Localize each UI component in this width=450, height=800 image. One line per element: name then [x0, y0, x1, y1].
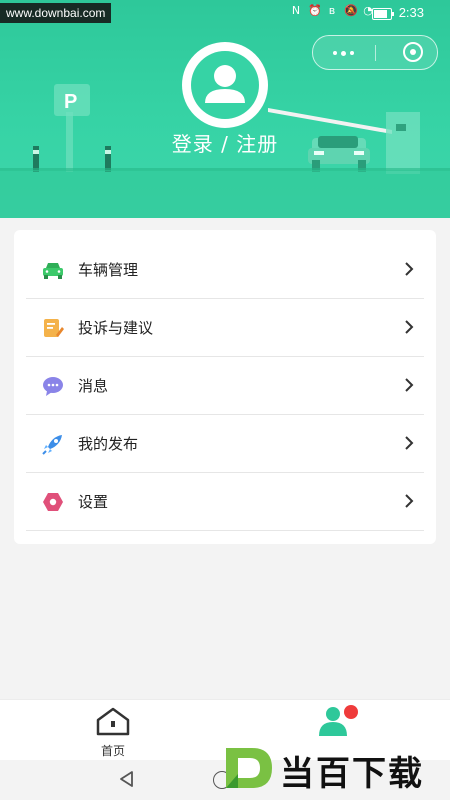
note-edit-icon — [44, 319, 64, 337]
watermark-logo: 当百下载 — [222, 742, 448, 794]
chevron-right-icon — [405, 436, 414, 450]
users-icon[interactable] — [315, 704, 365, 738]
menu-label: 消息 — [78, 377, 109, 395]
back-triangle-icon[interactable] — [118, 770, 136, 788]
chevron-right-icon — [405, 378, 414, 392]
menu-label: 我的发布 — [78, 435, 139, 453]
menu-item-my-posts[interactable]: 我的发布 — [14, 415, 436, 473]
battery-icon — [372, 8, 394, 20]
avatar[interactable] — [182, 42, 268, 128]
menu-item-settings[interactable]: 设置 — [14, 473, 436, 531]
menu-label: 设置 — [78, 493, 109, 511]
tab-home-label: 首页 — [100, 744, 125, 758]
watermark-brand: 当百下载 — [280, 754, 424, 794]
car-icon — [43, 263, 63, 279]
menu-item-vehicle-management[interactable]: 车辆管理 — [14, 241, 436, 299]
more-dots-icon[interactable] — [331, 36, 357, 69]
watermark-site: www.downbai.com — [0, 3, 112, 23]
nfc-icon: N — [291, 4, 301, 17]
svg-text:P: P — [64, 91, 77, 113]
mute-icon: 🔕 — [344, 4, 358, 17]
home-icon — [96, 707, 130, 736]
hexagon-settings-icon — [43, 493, 63, 511]
target-close-icon[interactable] — [403, 42, 423, 62]
status-time: 2:33 — [398, 5, 424, 20]
menu-item-complaints[interactable]: 投诉与建议 — [14, 299, 436, 357]
mini-program-capsule — [312, 35, 438, 70]
chevron-right-icon — [405, 494, 414, 508]
login-register-link[interactable]: 登录 / 注册 — [0, 128, 450, 157]
user-avatar-icon — [191, 51, 259, 119]
tab-home[interactable]: 首页 — [90, 706, 136, 758]
menu-card: 车辆管理 投诉与建议 消息 我的发布 设置 — [14, 230, 436, 544]
chevron-right-icon — [405, 262, 414, 276]
chevron-right-icon — [405, 320, 414, 334]
download-logo-icon — [226, 748, 272, 788]
rocket-icon — [42, 435, 62, 455]
alarm-icon: ⏰ — [308, 4, 322, 17]
menu-label: 投诉与建议 — [78, 319, 154, 337]
chat-bubble-icon — [43, 377, 63, 396]
menu-item-messages[interactable]: 消息 — [14, 357, 436, 415]
menu-label: 车辆管理 — [78, 261, 139, 279]
bluetooth-icon: ʙ — [328, 4, 336, 17]
